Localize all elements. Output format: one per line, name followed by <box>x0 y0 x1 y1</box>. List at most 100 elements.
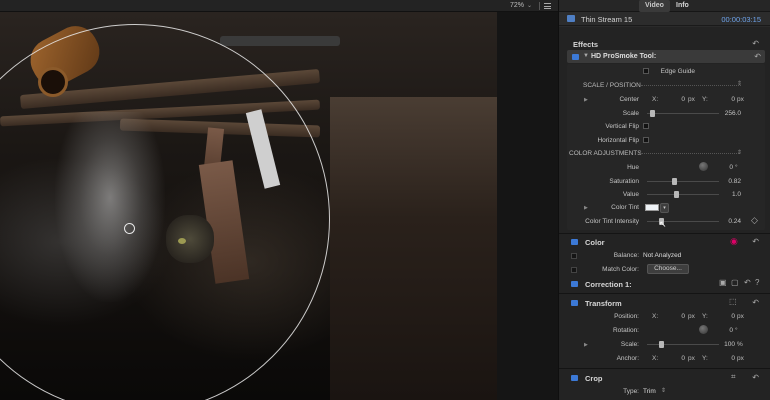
keyframe-icon[interactable]: ◇ <box>751 215 758 226</box>
effects-section-header: Effects ↶ <box>559 38 770 50</box>
center-x-label: X: <box>652 96 659 103</box>
saturation-value[interactable]: 0.82 <box>709 178 741 185</box>
scale-label: Scale <box>622 110 639 117</box>
group-divider <box>641 85 741 86</box>
center-label: Center <box>619 96 639 103</box>
degree-unit: ° <box>735 327 738 334</box>
rotation-value[interactable]: 0 <box>719 327 733 334</box>
position-y-value[interactable]: 0 <box>709 313 735 320</box>
position-y-label: Y: <box>702 313 708 320</box>
zoom-level[interactable]: 72% <box>510 2 524 9</box>
center-y-value[interactable]: 0 <box>709 96 735 103</box>
tab-video[interactable]: Video <box>645 2 664 9</box>
balance-value: Not Analyzed <box>643 252 682 259</box>
reset-icon[interactable]: ↶ <box>752 373 759 382</box>
effects-title: Effects <box>573 40 599 49</box>
horizontal-flip-checkbox[interactable] <box>643 137 649 143</box>
tint-intensity-label: Color Tint Intensity <box>585 218 639 225</box>
section-divider <box>559 368 770 369</box>
balance-checkbox[interactable] <box>571 253 577 259</box>
plugin-enable-checkbox[interactable] <box>572 54 579 60</box>
group-divider <box>639 153 739 154</box>
clip-timecode: 00:00:03:15 <box>721 15 761 24</box>
transform-onscreen-icon[interactable]: ⬚ <box>729 297 737 306</box>
frame-plank <box>220 36 340 46</box>
px-unit: px <box>737 96 744 103</box>
undo-icon[interactable]: ↶ <box>744 278 751 287</box>
color-board-mask-icon[interactable]: ▣ <box>719 278 727 287</box>
scale-value[interactable]: 256.0 <box>709 110 741 117</box>
clip-header: Thin Stream 15 00:00:03:15 <box>559 12 770 26</box>
disclosure-triangle-icon[interactable]: ▶ <box>584 205 588 211</box>
scale-position-group: SCALE / POSITION <box>583 82 641 89</box>
edge-guide-checkbox[interactable] <box>643 68 649 74</box>
reset-icon[interactable]: ↶ <box>752 39 759 48</box>
video-viewer[interactable]: 72% ⌄ <box>0 0 558 400</box>
saturation-label: Saturation <box>609 178 639 185</box>
stepper-icon[interactable]: ⇕ <box>737 149 742 156</box>
viewer-letterbox <box>497 12 558 400</box>
px-unit: px <box>737 313 744 320</box>
help-icon[interactable]: ? <box>755 278 759 287</box>
plugin-row[interactable]: ▼ HD ProSmoke Tool: ↶ <box>567 50 765 63</box>
value-value[interactable]: 1.0 <box>709 191 741 198</box>
color-adjustments-group: COLOR ADJUSTMENTS <box>569 150 642 157</box>
crop-section-header: Crop ⌗ ↶ <box>559 372 770 384</box>
crop-enable-checkbox[interactable] <box>571 375 578 381</box>
edge-guide-label: Edge Guide <box>660 68 695 75</box>
reset-icon[interactable]: ↶ <box>752 298 759 307</box>
position-label: Position: <box>614 313 639 320</box>
rotation-dial[interactable] <box>699 325 708 334</box>
transform-scale-label: Scale: <box>620 341 639 348</box>
transform-scale-slider-knob[interactable] <box>659 341 664 348</box>
position-x-value[interactable]: 0 <box>659 313 685 320</box>
color-section-header: Color ◉ ↶ <box>559 236 770 248</box>
chevron-down-icon[interactable]: ⌄ <box>527 2 532 9</box>
stepper-icon[interactable]: ⇕ <box>661 387 666 394</box>
px-unit: px <box>688 96 695 103</box>
color-board-icon[interactable]: ◉ <box>730 236 738 247</box>
color-title: Color <box>585 238 605 247</box>
degree-unit: ° <box>735 164 738 171</box>
center-y-label: Y: <box>702 96 708 103</box>
stepper-icon[interactable]: ⇕ <box>737 80 742 87</box>
hue-value[interactable]: 0 <box>719 164 733 171</box>
center-x-value[interactable]: 0 <box>659 96 685 103</box>
color-tint-swatch[interactable] <box>645 204 659 211</box>
inspector-panel: Video Info Thin Stream 15 00:00:03:15 Ef… <box>558 0 770 400</box>
reset-icon[interactable]: ↶ <box>752 237 759 246</box>
center-handle[interactable] <box>124 223 135 234</box>
color-picker-menu-button[interactable]: ▾ <box>660 203 669 213</box>
crop-onscreen-icon[interactable]: ⌗ <box>731 372 736 382</box>
view-options-icon[interactable] <box>544 3 551 9</box>
section-divider <box>559 293 770 294</box>
anchor-y-label: Y: <box>702 355 708 362</box>
value-slider-knob[interactable] <box>674 191 679 198</box>
crop-type-value[interactable]: Trim <box>643 388 656 395</box>
disclosure-triangle-icon[interactable]: ▶ <box>584 97 588 103</box>
scale-slider-knob[interactable] <box>650 110 655 117</box>
transform-title: Transform <box>585 299 622 308</box>
tab-info[interactable]: Info <box>676 2 689 9</box>
percent-unit: % <box>737 341 743 348</box>
reset-icon[interactable]: ↶ <box>754 52 761 61</box>
inspector-tabs: Video Info <box>559 0 770 12</box>
shape-mask-icon[interactable]: ▢ <box>731 278 739 287</box>
clip-name: Thin Stream 15 <box>581 15 633 24</box>
clip-icon <box>567 15 575 22</box>
match-color-label: Match Color: <box>602 266 639 273</box>
match-color-checkbox[interactable] <box>571 267 577 273</box>
anchor-y-value[interactable]: 0 <box>709 355 735 362</box>
transform-scale-value[interactable]: 100 <box>709 341 735 348</box>
color-enable-checkbox[interactable] <box>571 239 578 245</box>
choose-button[interactable]: Choose... <box>647 264 689 274</box>
disclosure-triangle-icon[interactable]: ▼ <box>583 53 589 59</box>
transform-enable-checkbox[interactable] <box>571 300 578 306</box>
saturation-slider-knob[interactable] <box>672 178 677 185</box>
tint-intensity-value[interactable]: 0.24 <box>709 218 741 225</box>
anchor-x-value[interactable]: 0 <box>659 355 685 362</box>
anchor-x-label: X: <box>652 355 659 362</box>
hue-dial[interactable] <box>699 162 708 171</box>
vertical-flip-checkbox[interactable] <box>643 123 649 129</box>
correction-enable-checkbox[interactable] <box>571 281 578 287</box>
